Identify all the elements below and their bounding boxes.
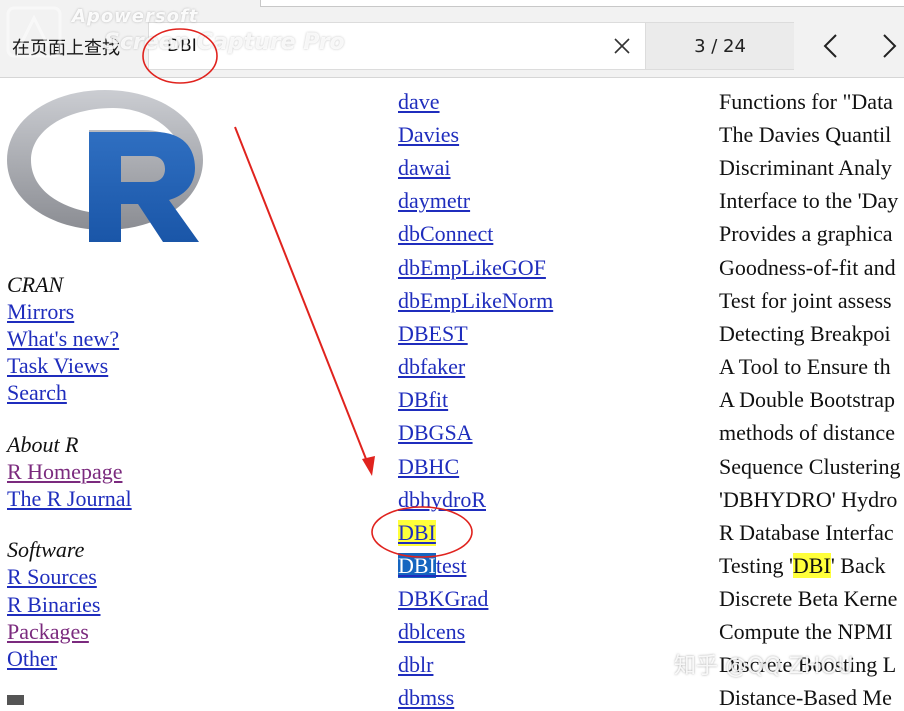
apowersoft-logo-icon bbox=[6, 6, 62, 58]
package-description: Sequence Clustering bbox=[719, 454, 901, 479]
package-link[interactable]: dbEmpLikeNorm bbox=[398, 288, 553, 314]
r-logo-icon bbox=[7, 90, 203, 242]
package-description: A Double Bootstrap bbox=[719, 387, 895, 412]
package-description: methods of distance bbox=[719, 420, 895, 445]
package-link[interactable]: dbhydroR bbox=[398, 487, 486, 513]
package-link[interactable]: DBEST bbox=[398, 321, 468, 347]
package-description: Distance-Based Me bbox=[719, 685, 892, 710]
find-in-page-bar: 在页面上查找 3 / 24 Apowersoft Screen Capture … bbox=[0, 0, 904, 78]
package-link[interactable]: dawai bbox=[398, 155, 451, 181]
package-link[interactable]: dbEmpLikeGOF bbox=[398, 255, 546, 281]
chevron-right-icon bbox=[883, 34, 897, 58]
nav-link-whats-new[interactable]: What's new? bbox=[7, 326, 119, 352]
package-description: Functions for "Data bbox=[719, 89, 893, 114]
package-link[interactable]: dave bbox=[398, 89, 440, 115]
about-heading: About R bbox=[7, 432, 79, 457]
package-link-dbitest[interactable]: DBItest bbox=[398, 553, 466, 579]
package-link[interactable]: dbConnect bbox=[398, 221, 493, 247]
previous-match-button[interactable] bbox=[804, 22, 858, 70]
package-link[interactable]: Davies bbox=[398, 122, 459, 148]
package-description: R Database Interfac bbox=[719, 520, 894, 545]
nav-link-r-homepage[interactable]: R Homepage bbox=[7, 459, 122, 485]
active-match-highlight: DBI bbox=[398, 553, 436, 578]
package-description: 'DBHYDRO' Hydro bbox=[719, 487, 898, 512]
package-link[interactable]: DBHC bbox=[398, 454, 459, 480]
package-description: Interface to the 'Day bbox=[719, 188, 899, 213]
package-link-dbi[interactable]: DBI bbox=[398, 520, 436, 546]
package-description: Discriminant Analy bbox=[719, 155, 892, 180]
annotation-arrow bbox=[234, 126, 369, 465]
package-link[interactable]: daymetr bbox=[398, 188, 470, 214]
annotation-arrow-head bbox=[362, 456, 375, 476]
nav-link-r-journal[interactable]: The R Journal bbox=[7, 486, 132, 512]
next-match-button[interactable] bbox=[862, 22, 904, 70]
close-icon[interactable] bbox=[611, 35, 633, 57]
match-highlight: DBI bbox=[792, 553, 831, 578]
package-description: Detecting Breakpoi bbox=[719, 321, 891, 346]
package-description: Compute the NPMI bbox=[719, 619, 893, 644]
watermark-brand: Apowersoft bbox=[72, 6, 199, 27]
package-description: Testing 'DBI' Back bbox=[719, 553, 886, 578]
chevron-left-icon bbox=[823, 34, 837, 58]
package-description: Test for joint assess bbox=[719, 288, 892, 313]
package-description: Provides a graphica bbox=[719, 221, 893, 246]
address-bar-edge bbox=[260, 0, 904, 7]
nav-link-packages[interactable]: Packages bbox=[7, 619, 89, 645]
watermark-product: Screen Capture Pro bbox=[104, 30, 345, 55]
nav-link-mirrors[interactable]: Mirrors bbox=[7, 299, 74, 325]
nav-link-r-sources[interactable]: R Sources bbox=[7, 564, 97, 590]
software-heading: Software bbox=[7, 537, 85, 562]
package-description: A Tool to Ensure th bbox=[719, 354, 891, 379]
partial-element bbox=[7, 695, 24, 705]
package-link-rest: test bbox=[435, 553, 467, 578]
package-link[interactable]: dblr bbox=[398, 652, 433, 678]
package-link[interactable]: dbmss bbox=[398, 685, 454, 711]
package-link[interactable]: dblcens bbox=[398, 619, 465, 645]
cran-heading: CRAN bbox=[7, 272, 64, 297]
package-link[interactable]: dbfaker bbox=[398, 354, 465, 380]
package-link[interactable]: DBfit bbox=[398, 387, 448, 413]
nav-link-r-binaries[interactable]: R Binaries bbox=[7, 592, 101, 618]
nav-link-other[interactable]: Other bbox=[7, 646, 57, 672]
package-description: Goodness-of-fit and bbox=[719, 255, 896, 280]
nav-link-task-views[interactable]: Task Views bbox=[7, 353, 108, 379]
package-link[interactable]: DBGSA bbox=[398, 420, 473, 446]
package-description: Discrete Beta Kerne bbox=[719, 586, 898, 611]
match-count: 3 / 24 bbox=[646, 22, 794, 70]
package-description: The Davies Quantil bbox=[719, 122, 892, 147]
package-link[interactable]: DBKGrad bbox=[398, 586, 488, 612]
zhihu-watermark: 知乎 @QQ ZHOU bbox=[674, 654, 854, 679]
nav-link-search[interactable]: Search bbox=[7, 380, 67, 406]
